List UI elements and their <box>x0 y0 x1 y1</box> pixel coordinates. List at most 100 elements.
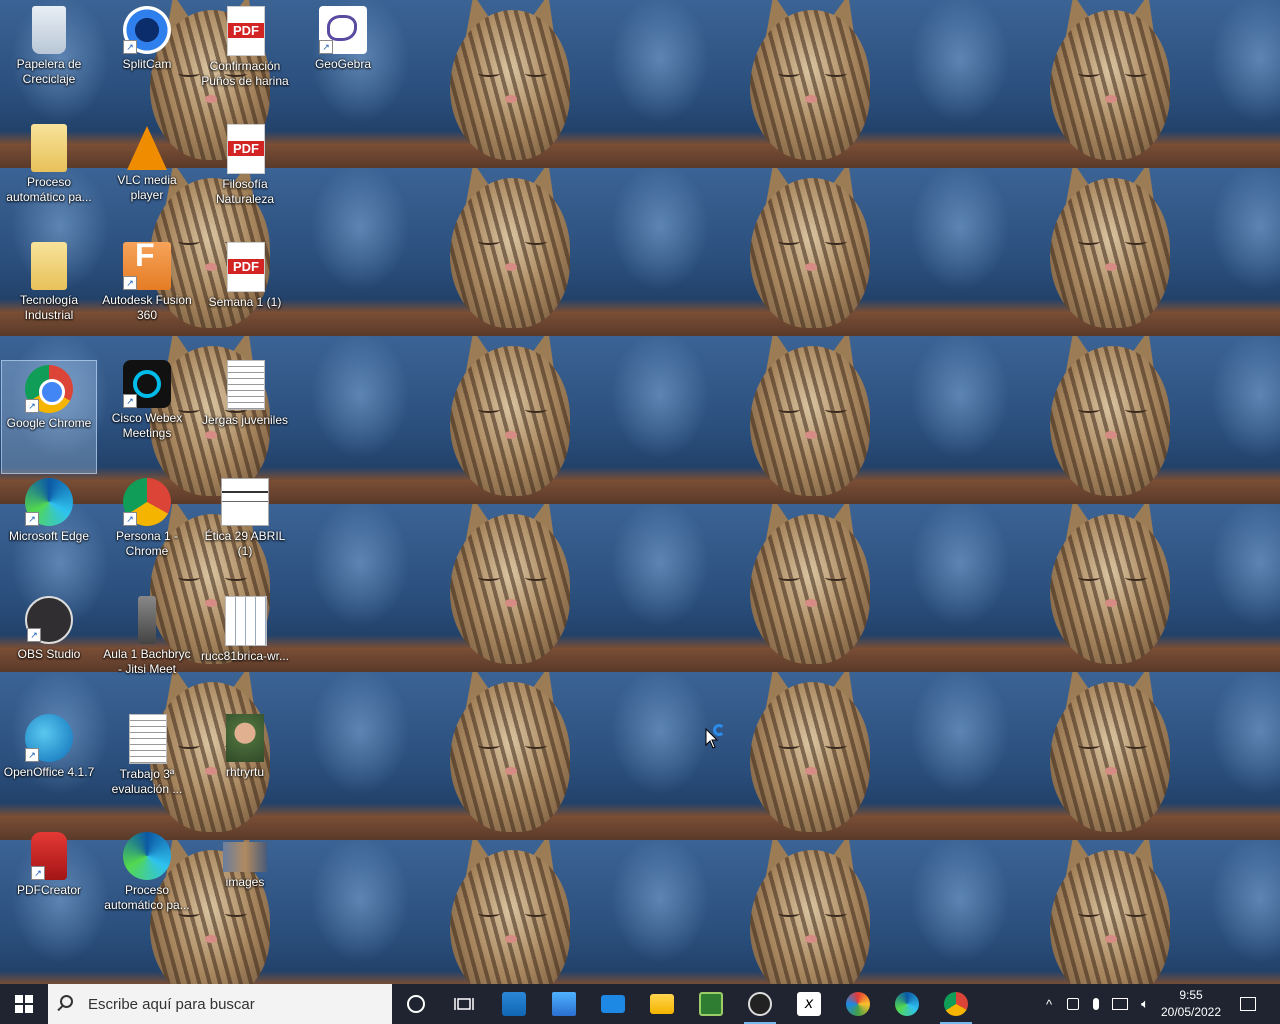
chrome-profile-icon: ↗ <box>123 478 171 526</box>
edge-proceso-shortcut[interactable]: Proceso automático pa... <box>99 828 195 942</box>
document-icon <box>227 360 265 410</box>
wallpaper-tile <box>300 336 600 504</box>
show-hidden-icons-button[interactable]: ^ <box>1038 984 1060 1024</box>
clock-time: 9:55 <box>1179 988 1203 1002</box>
wallpaper-tile <box>300 168 600 336</box>
wallpaper-tile <box>300 504 600 672</box>
chrome-icon <box>944 992 968 1016</box>
icon-label: rucc81brica-wr... <box>200 649 290 663</box>
taskbar-paint[interactable] <box>834 984 882 1024</box>
search-box[interactable]: Escribe aquí para buscar <box>48 984 392 1024</box>
icon-label: VLC media player <box>117 173 177 202</box>
task-view-icon <box>454 998 474 1010</box>
geogebra-shortcut[interactable]: ↗ GeoGebra <box>295 2 391 116</box>
recycle-bin[interactable]: Papelera de Creciclaje <box>1 2 97 116</box>
pdfcreator-shortcut[interactable]: ↗ PDFCreator <box>1 828 97 942</box>
jitsi-shortcut[interactable]: Aula 1 Bachbryc - Jitsi Meet <box>99 592 195 706</box>
icon-label: Ética 29 ABRIL (1) <box>204 529 286 558</box>
taskbar-obs[interactable] <box>736 984 784 1024</box>
image-icon <box>223 842 267 872</box>
taskbar-file-explorer[interactable] <box>638 984 686 1024</box>
folder-proceso[interactable]: Proceso automático pa... <box>1 120 97 234</box>
task-view-button[interactable] <box>440 984 488 1024</box>
fusion360-shortcut[interactable]: ↗ Autodesk Fusion 360 <box>99 238 195 352</box>
microphone-icon <box>1093 998 1099 1010</box>
folder-icon <box>31 124 67 172</box>
taskbar-computer[interactable] <box>540 984 588 1024</box>
tray-microphone[interactable] <box>1085 984 1107 1024</box>
taskbar-geogebra[interactable]: x <box>785 984 833 1024</box>
clock-date: 20/05/2022 <box>1160 1005 1222 1019</box>
pdf-icon <box>227 242 265 292</box>
start-button[interactable] <box>0 984 48 1024</box>
etica-document[interactable]: Ética 29 ABRIL (1) <box>197 474 293 588</box>
wallpaper-tile <box>1200 168 1280 336</box>
taskbar: Escribe aquí para buscar x ^ 🔈︎ 9:55 20/… <box>0 984 1280 1024</box>
obs-studio-shortcut[interactable]: ↗ OBS Studio <box>1 592 97 706</box>
shortcut-arrow-icon: ↗ <box>31 866 45 880</box>
icon-label: Proceso automático pa... <box>104 883 190 912</box>
icon-label: rhtryrtu <box>225 765 264 779</box>
microsoft-edge-shortcut[interactable]: ↗ Microsoft Edge <box>1 474 97 588</box>
store-icon <box>502 992 526 1016</box>
tray-camera[interactable] <box>1062 984 1084 1024</box>
icon-label: Jergas juveniles <box>201 413 289 427</box>
paint-icon <box>846 992 870 1016</box>
taskbar-store[interactable] <box>490 984 538 1024</box>
network-icon <box>1112 998 1128 1010</box>
busy-spinner-icon <box>713 724 725 736</box>
clock[interactable]: 9:55 20/05/2022 <box>1158 987 1224 1021</box>
windows-logo-icon <box>15 995 33 1013</box>
edge-icon: ↗ <box>25 478 73 526</box>
recycle-bin-icon <box>32 6 66 54</box>
wallpaper-tile <box>600 0 900 168</box>
google-chrome-shortcut[interactable]: ↗ Google Chrome <box>1 360 97 474</box>
geogebra-icon: x <box>797 992 821 1016</box>
chrome-icon: ↗ <box>25 365 73 413</box>
tray-volume[interactable]: 🔈︎ <box>1133 984 1157 1024</box>
icon-label: OpenOffice 4.1.7 <box>3 765 95 779</box>
splitcam-shortcut[interactable]: ↗ SplitCam <box>99 2 195 116</box>
vlc-shortcut[interactable]: VLC media player <box>99 120 195 234</box>
icon-label: Persona 1 - Chrome <box>115 529 179 558</box>
icon-label: Microsoft Edge <box>8 529 90 543</box>
splitcam-icon: ↗ <box>123 6 171 54</box>
spreadsheet-icon <box>225 596 267 646</box>
wallpaper-tile <box>900 672 1200 840</box>
icon-label: Tecnología Industrial <box>19 293 79 322</box>
webex-icon: ↗ <box>123 360 171 408</box>
jergas-document[interactable]: Jergas juveniles <box>197 356 293 470</box>
icon-label: Aula 1 Bachbryc - Jitsi Meet <box>103 647 191 676</box>
icon-label: Autodesk Fusion 360 <box>102 293 192 322</box>
pdf-confirmacion[interactable]: Confirmación Puños de harina <box>197 2 293 116</box>
shortcut-arrow-icon: ↗ <box>25 512 39 526</box>
folder-tecnologia[interactable]: Tecnología Industrial <box>1 238 97 352</box>
wallpaper-tile <box>900 0 1200 168</box>
icon-label: Papelera de Creciclaje <box>16 57 82 86</box>
desktop[interactable]: Papelera de Creciclaje Proceso automátic… <box>0 0 1280 984</box>
taskbar-edge[interactable] <box>883 984 931 1024</box>
trabajo-document[interactable]: Trabajo 3ª evaluación ... <box>99 710 195 824</box>
wallpaper-tile <box>600 840 900 984</box>
rubrica-spreadsheet[interactable]: rucc81brica-wr... <box>197 592 293 706</box>
pdf-filosofia[interactable]: Filosofía Naturaleza <box>197 120 293 234</box>
taskbar-camera-app[interactable] <box>687 984 735 1024</box>
tray-network[interactable] <box>1108 984 1132 1024</box>
taskbar-mail[interactable] <box>589 984 637 1024</box>
wallpaper-tile <box>600 504 900 672</box>
camera-tray-icon <box>1067 998 1079 1010</box>
cortana-button[interactable] <box>392 984 440 1024</box>
rhtryrtu-photo[interactable]: rhtryrtu <box>197 710 293 824</box>
notification-icon <box>1240 997 1256 1011</box>
openoffice-shortcut[interactable]: ↗ OpenOffice 4.1.7 <box>1 710 97 824</box>
pdf-semana[interactable]: Semana 1 (1) <box>197 238 293 352</box>
shortcut-arrow-icon: ↗ <box>27 628 41 642</box>
action-center-button[interactable] <box>1232 984 1264 1024</box>
chrome-profile-shortcut[interactable]: ↗ Persona 1 - Chrome <box>99 474 195 588</box>
images-file[interactable]: images <box>197 828 293 942</box>
taskbar-chrome[interactable] <box>932 984 980 1024</box>
icon-label: Proceso automático pa... <box>6 175 92 204</box>
icon-label: images <box>225 875 265 889</box>
jitsi-icon <box>138 596 156 644</box>
webex-shortcut[interactable]: ↗ Cisco Webex Meetings <box>99 356 195 470</box>
